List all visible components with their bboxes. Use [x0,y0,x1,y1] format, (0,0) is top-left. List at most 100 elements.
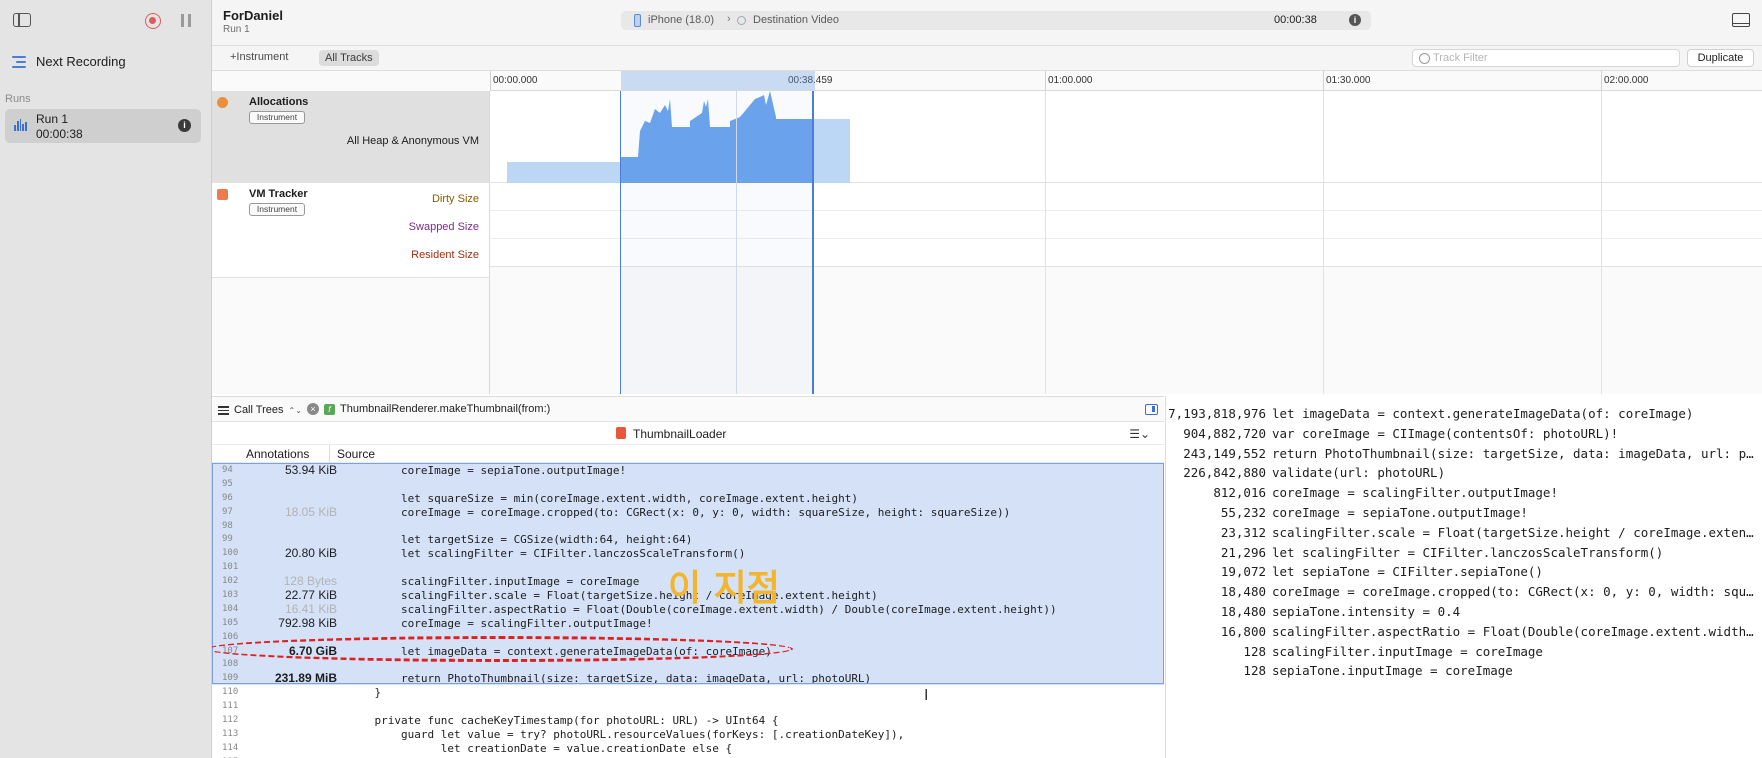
code-text: return PhotoThumbnail(size: targetSize, … [1272,445,1754,461]
instrument-pill[interactable]: Instrument [249,203,305,216]
code-line[interactable]: 105 792.98 KiB coreImage = scalingFilter.… [212,615,1164,630]
track-graph-area[interactable] [490,91,1762,394]
code-line[interactable]: 113 guard let value = try? photoURL.reso… [212,727,1164,741]
add-instrument-button[interactable]: +Instrument [230,51,288,63]
heaviest-line-row[interactable]: 18,480 sepiaTone.intensity = 0.4 [1166,604,1762,626]
heaviest-line-row[interactable]: 128 scalingFilter.inputImage = coreImage [1166,644,1762,666]
view-mode-selector[interactable]: Call Trees ⌃⌄ [218,404,302,416]
ruler-selection[interactable] [621,71,815,90]
elapsed-time: 00:00:38 [1274,14,1317,26]
heaviest-line-row[interactable]: 812,016 coreImage = scalingFilter.outputI… [1166,485,1762,507]
timeline-ruler[interactable]: 00:00.000 00:38.459 01:00.000 01:30.000 … [490,71,1762,91]
vm-tracker-track-header[interactable]: VM Tracker Instrument Dirty Size Swapped… [212,183,490,278]
time-selection[interactable] [620,91,814,394]
instrument-pill[interactable]: Instrument [249,111,305,124]
sidebar-right-toggle-icon[interactable] [1145,404,1158,415]
all-tracks-button[interactable]: All Tracks [319,50,379,66]
line-number: 109 [222,673,239,684]
line-number: 98 [222,520,233,531]
line-number: 95 [222,478,233,489]
list-icon [218,405,229,415]
heaviest-line-row[interactable]: 23,312 scalingFilter.scale = Float(target… [1166,525,1762,547]
code-text: let creationDate = value.creationDate el… [348,741,733,755]
code-text: let sepiaTone = CIFilter.sepiaTone() [1272,564,1543,580]
code-text: scalingFilter.inputImage = coreImage [348,575,640,589]
track-filter-field[interactable] [1412,49,1680,67]
code-line[interactable]: 106 [212,629,1164,644]
code-line[interactable]: 114 let creationDate = value.creationDat… [212,741,1164,755]
code-line[interactable]: 98 [212,518,1164,533]
code-line[interactable]: 107 6.70 GiB let imageData = context.gene… [212,643,1164,658]
code-line[interactable]: 99 let targetSize = CGSize(width:64, hei… [212,532,1164,546]
code-text: validate(url: photoURL) [1272,465,1446,481]
code-text: coreImage = scalingFilter.outputImage! [348,616,653,630]
code-text: coreImage = sepiaTone.outputImage! [348,464,627,477]
document-subtitle: Run 1 [223,24,250,35]
annotation-value: 53.94 KiB [284,463,337,477]
source-code-view[interactable]: 94 53.94 KiB coreImage = sepiaTone.output… [212,463,1164,758]
bar-chart-icon [14,119,27,131]
allocation-count: 16,800 [1220,623,1266,639]
breadcrumb[interactable]: × f ThumbnailRenderer.makeThumbnail(from… [307,403,550,415]
heaviest-line-row[interactable]: 128 sepiaTone.inputImage = coreImage [1166,663,1762,685]
list-icon [12,55,26,69]
heaviest-line-row[interactable]: 226,842,880 validate(url: photoURL) [1166,465,1762,487]
bottom-panel-toggle-icon[interactable] [1732,13,1750,27]
chevron-right-icon: › [727,13,731,25]
sidebar-toggle-icon[interactable] [13,13,31,27]
line-number: 107 [222,645,239,656]
dirty-size-label: Dirty Size [431,193,479,205]
info-icon[interactable]: i [178,119,191,132]
annotation-value: 22.77 KiB [284,588,337,603]
code-text: var coreImage = CIImage(contentsOf: phot… [1272,425,1619,441]
heaviest-line-row[interactable]: 243,149,552 return PhotoThumbnail(size: t… [1166,446,1762,468]
record-button[interactable] [145,13,161,29]
code-line[interactable]: 108 [212,657,1164,672]
target-selector[interactable]: iPhone (18.0) › Destination Video 00:00:… [621,11,1371,30]
allocation-count: 128 [1243,643,1266,659]
code-text: coreImage = scalingFilter.outputImage! [1272,485,1558,501]
code-line[interactable]: 111 [212,699,1164,713]
code-line[interactable]: 110 } [212,685,1164,699]
info-icon[interactable]: i [1349,14,1361,26]
heaviest-line-row[interactable]: 16,800 scalingFilter.aspectRatio = Float(… [1166,624,1762,646]
code-text: let imageData = context.generateImageDat… [348,644,772,658]
tracks-area: 00:00.000 00:38.459 01:00.000 01:30.000 … [212,71,1762,394]
code-line[interactable]: 97 18.05 KiB coreImage = coreImage.croppe… [212,504,1164,519]
code-line[interactable]: 96 let squareSize = min(coreImage.extent… [212,490,1164,505]
code-line[interactable]: 94 53.94 KiB coreImage = sepiaTone.output… [212,463,1164,477]
target-app[interactable]: Destination Video [753,14,839,26]
column-headers: Annotations Source [212,445,1164,463]
allocations-icon [217,97,228,108]
pause-button[interactable] [181,14,191,27]
code-line[interactable]: 95 [212,476,1164,491]
annotation-value: 18.05 KiB [284,504,337,519]
line-number: 99 [222,534,233,545]
heaviest-line-row[interactable]: 7,193,818,976 let imageData = context.gen… [1166,406,1762,428]
filter-icon [1419,53,1430,64]
breadcrumb-label: ThumbnailRenderer.makeThumbnail(from:) [340,403,551,415]
next-recording-item[interactable]: Next Recording [12,54,126,69]
duplicate-button[interactable]: Duplicate [1687,49,1754,67]
code-text: scalingFilter.inputImage = coreImage [1272,643,1543,659]
heaviest-line-row[interactable]: 55,232 coreImage = sepiaTone.outputImage! [1166,505,1762,527]
annotations-column-header[interactable]: Annotations [246,447,309,461]
target-device[interactable]: iPhone (18.0) [648,14,714,26]
track-label: All Heap & Anonymous VM [346,135,479,147]
code-line[interactable]: 112 private func cacheKeyTimestamp(for p… [212,713,1164,727]
track-filter-input[interactable] [1433,51,1673,65]
menu-options-icon[interactable]: ☰⌄ [1129,427,1150,441]
source-file-header: ThumbnailLoader ☰⌄ [212,422,1164,445]
run-item[interactable]: Run 1 00:00:38 i [5,109,201,143]
line-number: 96 [222,492,233,503]
heaviest-line-row[interactable]: 904,882,720 var coreImage = CIImage(conte… [1166,426,1762,448]
allocations-track-header[interactable]: Allocations Instrument All Heap & Anonym… [212,91,490,183]
line-number: 114 [222,742,239,753]
code-line[interactable]: 109 231.89 MiB return PhotoThumbnail(size… [212,671,1164,685]
heaviest-line-row[interactable]: 21,296 let scalingFilter = CIFilter.lancz… [1166,545,1762,567]
heaviest-line-row[interactable]: 18,480 coreImage = coreImage.cropped(to: … [1166,584,1762,606]
app-icon [737,16,746,25]
close-icon[interactable]: × [307,403,319,415]
source-column-header[interactable]: Source [337,447,375,461]
heaviest-line-row[interactable]: 19,072 let sepiaTone = CIFilter.sepiaTone… [1166,564,1762,586]
